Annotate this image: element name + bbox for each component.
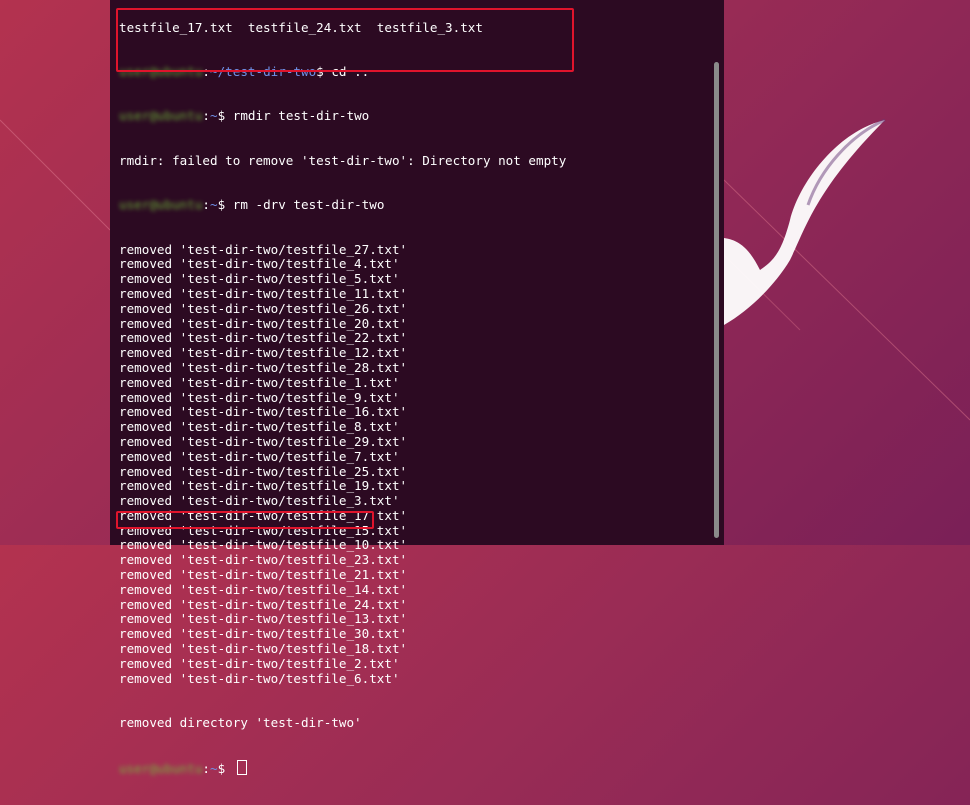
- prompt-line-rm: user@ubuntu:~$ rm -drv test-dir-two: [119, 197, 385, 213]
- removed-file-line: removed 'test-dir-two/testfile_10.txt': [119, 537, 408, 553]
- removed-file-line: removed 'test-dir-two/testfile_11.txt': [119, 285, 408, 301]
- text-cursor: [236, 760, 247, 776]
- removed-file-line: removed 'test-dir-two/testfile_9.txt': [119, 389, 400, 405]
- removed-file-line: removed 'test-dir-two/testfile_22.txt': [119, 330, 408, 346]
- removed-file-line: removed 'test-dir-two/testfile_30.txt': [119, 626, 408, 642]
- removed-file-line: removed 'test-dir-two/testfile_21.txt': [119, 567, 408, 583]
- removed-file-line: removed 'test-dir-two/testfile_20.txt': [119, 315, 408, 331]
- terminal-window[interactable]: testfile_17.txt testfile_24.txt testfile…: [110, 0, 724, 776]
- removed-file-line: removed 'test-dir-two/testfile_19.txt': [119, 478, 408, 494]
- removed-file-line: removed 'test-dir-two/testfile_16.txt': [119, 404, 408, 420]
- removed-file-line: removed 'test-dir-two/testfile_6.txt': [119, 670, 400, 686]
- highlight-box-removed-directory: [116, 511, 374, 529]
- removed-file-line: removed 'test-dir-two/testfile_5.txt': [119, 271, 400, 287]
- removed-file-line: removed 'test-dir-two/testfile_1.txt': [119, 374, 400, 390]
- removed-file-line: removed 'test-dir-two/testfile_25.txt': [119, 463, 408, 479]
- removed-file-line: removed 'test-dir-two/testfile_7.txt': [119, 448, 400, 464]
- removed-file-line: removed 'test-dir-two/testfile_14.txt': [119, 581, 408, 597]
- removed-file-line: removed 'test-dir-two/testfile_3.txt': [119, 493, 400, 509]
- highlight-box-commands: [116, 8, 574, 72]
- prompt-path: ~: [210, 108, 218, 124]
- prompt-path: ~: [210, 197, 218, 213]
- terminal-output: testfile_17.txt testfile_24.txt testfile…: [119, 0, 566, 805]
- removed-file-line: removed 'test-dir-two/testfile_23.txt': [119, 552, 408, 568]
- error-line: rmdir: failed to remove 'test-dir-two': …: [119, 152, 567, 168]
- removed-file-line: removed 'test-dir-two/testfile_27.txt': [119, 241, 408, 257]
- removed-file-line: removed 'test-dir-two/testfile_24.txt': [119, 596, 408, 612]
- removed-file-line: removed 'test-dir-two/testfile_12.txt': [119, 345, 408, 361]
- removed-file-line: removed 'test-dir-two/testfile_28.txt': [119, 359, 408, 375]
- prompt-user-host: user@ubuntu: [119, 197, 203, 213]
- removed-file-line: removed 'test-dir-two/testfile_13.txt': [119, 611, 408, 627]
- removed-file-line: removed 'test-dir-two/testfile_26.txt': [119, 300, 408, 316]
- removed-file-line: removed 'test-dir-two/testfile_2.txt': [119, 655, 400, 671]
- wallpaper-horn-graphic: [724, 118, 886, 325]
- prompt-line-rmdir: user@ubuntu:~$ rmdir test-dir-two: [119, 108, 370, 124]
- removed-file-line: removed 'test-dir-two/testfile_8.txt': [119, 419, 400, 435]
- removed-directory-line: removed directory 'test-dir-two': [119, 715, 362, 731]
- terminal-scrollbar[interactable]: [714, 62, 719, 538]
- prompt-path: ~: [210, 761, 218, 777]
- removed-file-line: removed 'test-dir-two/testfile_18.txt': [119, 641, 408, 657]
- removed-file-line: removed 'test-dir-two/testfile_4.txt': [119, 256, 400, 272]
- prompt-line-final: user@ubuntu:~$: [119, 760, 566, 777]
- prompt-user-host: user@ubuntu: [119, 761, 203, 777]
- prompt-user-host: user@ubuntu: [119, 108, 203, 124]
- removed-list: removed 'test-dir-two/testfile_27.txt' re…: [119, 241, 566, 687]
- removed-file-line: removed 'test-dir-two/testfile_29.txt': [119, 433, 408, 449]
